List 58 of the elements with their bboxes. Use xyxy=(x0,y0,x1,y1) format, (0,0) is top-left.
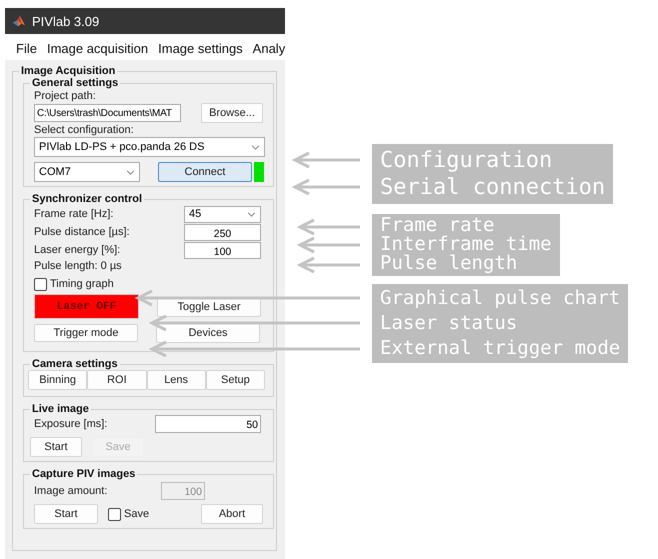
group-title: General settings xyxy=(31,77,120,89)
arrow xyxy=(296,218,360,236)
group-title: Synchronizer control xyxy=(31,193,144,205)
group-title: Capture PIV images xyxy=(31,468,136,480)
checkbox[interactable] xyxy=(34,278,47,290)
field-label: Frame rate [Hz]: xyxy=(34,207,114,221)
annotation-text: External trigger mode xyxy=(380,336,620,361)
start-button[interactable]: Start xyxy=(34,504,98,524)
field-label: Select configuration: xyxy=(34,123,135,137)
field-label: Laser energy [%]: xyxy=(34,243,120,257)
annotation-text: Laser status xyxy=(380,311,518,336)
field-label: Image amount: xyxy=(34,484,108,498)
browse-button[interactable]: Browse... xyxy=(201,103,263,123)
pulse-distance-field[interactable]: 250 xyxy=(184,224,261,240)
checkbox-label: Save xyxy=(124,507,150,521)
annotation-text: Frame rate xyxy=(380,216,496,235)
arrow xyxy=(296,236,360,254)
arrow xyxy=(292,178,360,196)
annotation-text: Interframe time xyxy=(380,235,552,254)
menu-item[interactable]: Image acquisition xyxy=(46,40,148,56)
port-dropdown[interactable]: COM7 xyxy=(34,162,140,182)
frame-rate-dropdown[interactable]: 45 xyxy=(184,206,261,222)
camera-button[interactable]: Setup xyxy=(206,370,265,390)
annotation-text: Configuration xyxy=(380,147,554,174)
app-logo-icon xyxy=(12,14,26,28)
path-field[interactable]: C:\Users\trash\Documents\MAT xyxy=(34,104,181,122)
pulse-length-text: Pulse length: 0 µs xyxy=(34,259,123,273)
camera-button[interactable]: Binning xyxy=(28,370,88,390)
laser-status-indicator: Laser OFF xyxy=(34,294,139,319)
chevron-down-icon xyxy=(126,170,135,174)
trigger-mode-button[interactable]: Trigger mode xyxy=(34,324,138,342)
start-button[interactable]: Start xyxy=(30,437,82,457)
group-title: Live image xyxy=(31,403,90,415)
field-label: Pulse distance [µs]: xyxy=(34,225,130,239)
arrow xyxy=(296,256,360,274)
abort-button[interactable]: Abort xyxy=(201,504,263,524)
configuration-dropdown[interactable]: PIVlab LD-PS + pco.panda 26 DS xyxy=(34,137,265,157)
annotation-text: Serial connection xyxy=(380,174,606,201)
group-title: Image Acquisition xyxy=(20,65,116,77)
checkbox-label: Timing graph xyxy=(50,277,114,291)
annotation-text: Graphical pulse chart xyxy=(380,286,620,311)
camera-button[interactable]: Lens xyxy=(146,370,206,390)
window-title: PIVlab 3.09 xyxy=(32,14,100,28)
menu-item[interactable]: Analy xyxy=(252,40,285,56)
chevron-down-icon xyxy=(247,212,256,216)
laser-energy-field[interactable]: 100 xyxy=(184,242,261,258)
checkbox[interactable] xyxy=(108,508,121,520)
menu-item[interactable]: File xyxy=(16,40,37,56)
field-label: Exposure [ms]: xyxy=(34,417,108,431)
group-title: Camera settings xyxy=(31,358,119,370)
exposure-field[interactable]: 50 xyxy=(155,415,261,433)
connect-button[interactable]: Connect xyxy=(158,162,252,182)
chevron-down-icon xyxy=(251,144,260,150)
menu-item[interactable]: Image settings xyxy=(158,40,243,56)
annotation-text: Pulse length xyxy=(380,254,518,273)
camera-button[interactable]: ROI xyxy=(87,370,146,390)
arrow xyxy=(292,152,360,168)
field-label: Project path: xyxy=(34,89,97,103)
